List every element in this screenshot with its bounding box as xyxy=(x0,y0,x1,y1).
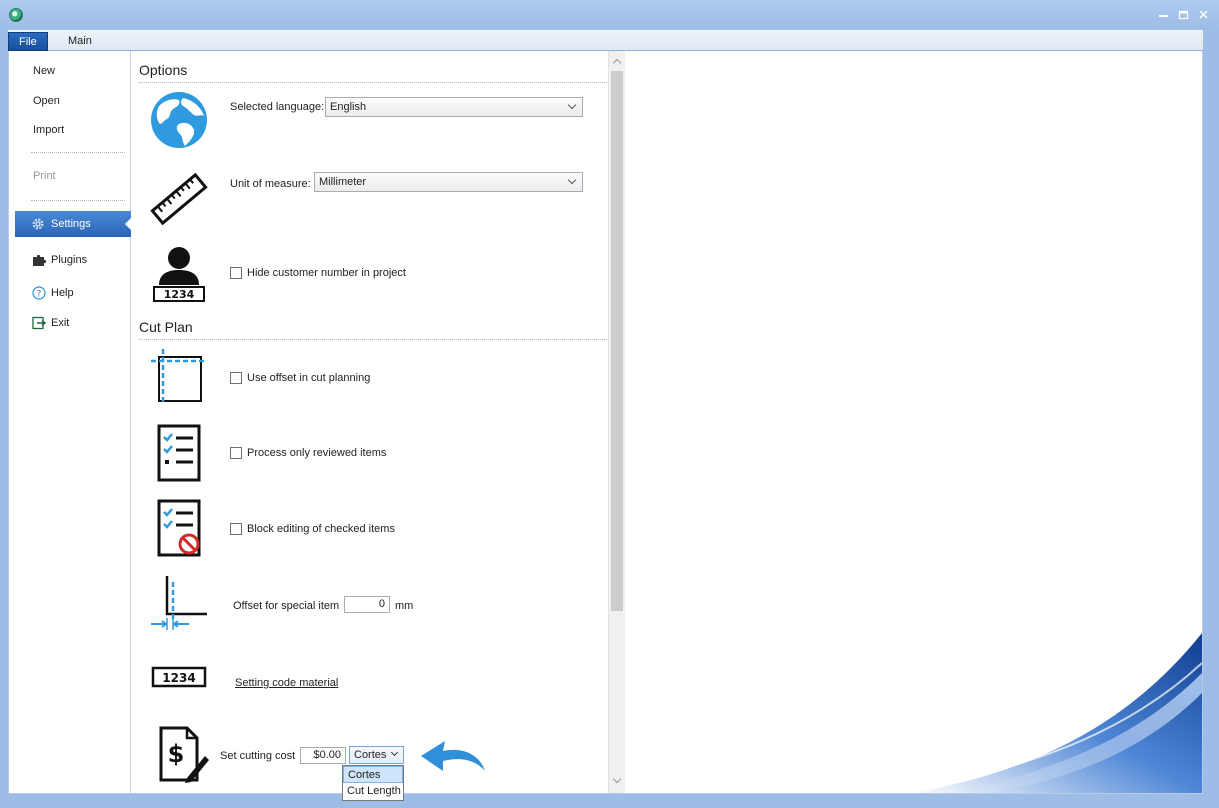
language-select[interactable]: English xyxy=(325,97,583,117)
code-material-icon: 1234 xyxy=(151,666,207,688)
nav-item-open[interactable]: Open xyxy=(9,88,131,114)
block-editing-checkbox[interactable] xyxy=(230,523,242,535)
nav-item-label: Plugins xyxy=(51,254,88,266)
app-logo-icon xyxy=(9,8,23,22)
hide-customer-label: Hide customer number in project xyxy=(247,267,406,279)
process-reviewed-checkbox[interactable] xyxy=(230,447,242,459)
scroll-down-icon[interactable] xyxy=(612,774,622,784)
section-divider xyxy=(139,82,609,83)
cutting-cost-label: Set cutting cost xyxy=(220,750,296,762)
backstage-content: New Open Import Print Settings Plugins ?… xyxy=(8,51,1203,801)
nav-item-import[interactable]: Import xyxy=(9,117,131,143)
section-header-options: Options xyxy=(139,62,188,78)
tab-file[interactable]: File xyxy=(8,32,48,51)
window-controls xyxy=(1158,9,1209,20)
scrollbar-thumb[interactable] xyxy=(611,71,623,611)
nav-item-settings[interactable]: Settings xyxy=(15,211,132,237)
offset-special-unit: mm xyxy=(395,600,414,612)
title-bar xyxy=(0,0,1219,30)
unit-select-value: Millimeter xyxy=(319,176,367,188)
unit-select[interactable]: Millimeter xyxy=(314,172,583,192)
svg-text:$: $ xyxy=(168,740,185,768)
customer-icon: 1234 xyxy=(153,247,205,302)
nav-item-new[interactable]: New xyxy=(9,58,131,84)
nav-separator xyxy=(31,200,125,201)
tab-main[interactable]: Main xyxy=(58,32,102,51)
offset-special-input[interactable]: 0 xyxy=(344,596,390,613)
section-divider xyxy=(139,339,609,340)
vertical-scrollbar[interactable] xyxy=(608,51,625,793)
ribbon-tabs: File Main xyxy=(8,30,1203,51)
code-icon-number: 1234 xyxy=(162,671,195,685)
pointer-arrow-icon xyxy=(421,741,485,771)
decorative-wave xyxy=(912,633,1202,793)
cutting-cost-input[interactable]: $0.00 xyxy=(300,747,346,764)
customer-icon-number: 1234 xyxy=(164,288,195,301)
minimize-icon[interactable] xyxy=(1158,9,1169,20)
help-icon: ? xyxy=(32,286,46,300)
dropdown-option-cortes[interactable]: Cortes xyxy=(343,766,403,783)
chevron-down-icon xyxy=(567,100,577,110)
chevron-down-icon xyxy=(567,175,577,185)
chevron-down-icon xyxy=(390,748,399,757)
blocked-checklist-icon xyxy=(157,499,201,557)
dropdown-option-cut-length[interactable]: Cut Length xyxy=(343,783,403,800)
file-menu-nav: New Open Import Print Settings Plugins ?… xyxy=(9,51,132,793)
maximize-icon[interactable] xyxy=(1178,9,1189,20)
scroll-up-icon[interactable] xyxy=(612,58,622,68)
use-offset-checkbox[interactable] xyxy=(230,372,242,384)
cost-mode-dropdown: Cortes Cut Length xyxy=(342,765,404,801)
nav-item-plugins[interactable]: Plugins xyxy=(9,247,131,273)
block-editing-label: Block editing of checked items xyxy=(247,523,395,535)
app-window: File Main New Open Import Print Settings xyxy=(0,0,1219,808)
cost-mode-select-value: Cortes xyxy=(354,749,387,761)
nav-item-label: Settings xyxy=(51,218,91,230)
process-reviewed-label: Process only reviewed items xyxy=(247,447,387,459)
use-offset-label: Use offset in cut planning xyxy=(247,372,371,384)
section-header-cut-plan: Cut Plan xyxy=(139,319,193,335)
nav-item-label: Help xyxy=(51,287,74,299)
settings-panel: Options Selected language: English Unit … xyxy=(132,51,609,801)
hide-customer-checkbox[interactable] xyxy=(230,267,242,279)
nav-item-label: Exit xyxy=(51,317,70,329)
globe-icon xyxy=(151,92,207,148)
nav-separator xyxy=(31,152,125,153)
exit-icon xyxy=(32,316,46,330)
cutting-cost-icon: $ xyxy=(159,726,209,783)
ruler-icon xyxy=(150,172,208,226)
offset-special-label: Offset for special item xyxy=(233,600,340,612)
nav-item-help[interactable]: ? Help xyxy=(9,280,131,306)
cost-mode-select[interactable]: Cortes xyxy=(349,746,404,764)
language-select-value: English xyxy=(330,101,367,113)
language-label: Selected language: xyxy=(230,101,325,113)
special-offset-icon xyxy=(151,576,207,630)
setting-code-material-link[interactable]: Setting code material xyxy=(235,677,338,689)
close-icon[interactable] xyxy=(1198,9,1209,20)
nav-item-print[interactable]: Print xyxy=(9,163,131,189)
puzzle-icon xyxy=(33,254,46,266)
offset-frame-icon xyxy=(151,349,205,405)
gear-icon xyxy=(32,218,44,230)
svg-text:?: ? xyxy=(37,290,42,300)
checklist-icon xyxy=(157,424,201,482)
unit-label: Unit of measure: xyxy=(230,178,311,190)
nav-item-exit[interactable]: Exit xyxy=(9,310,131,336)
